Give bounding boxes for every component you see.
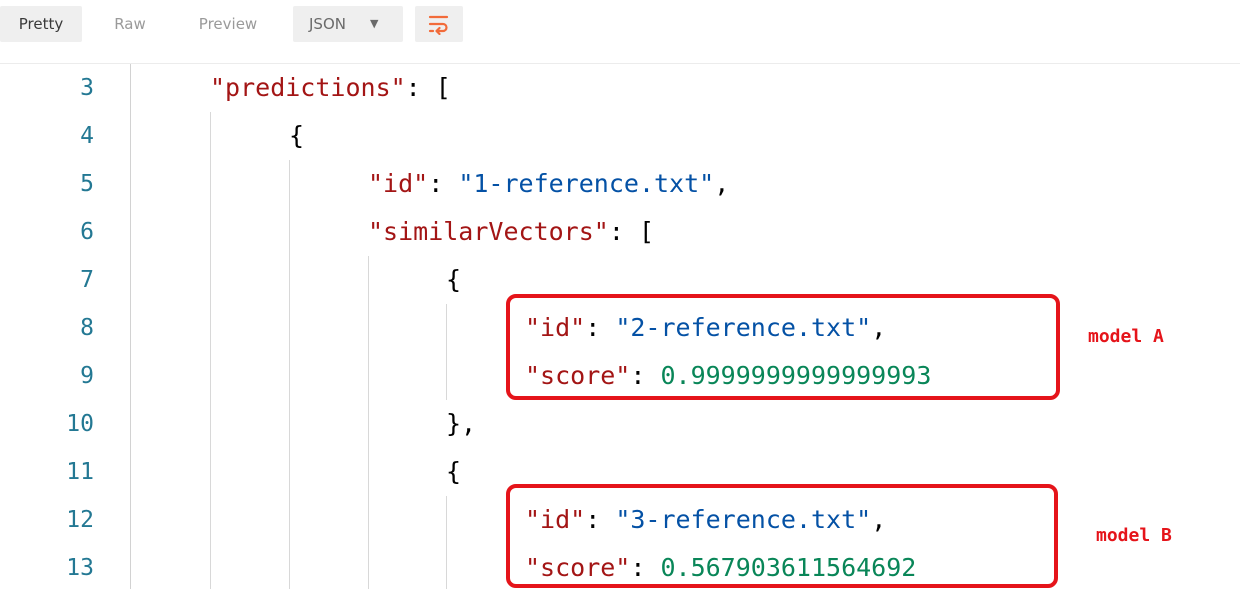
json-key: "id" xyxy=(368,169,429,198)
code-line: }, xyxy=(446,400,476,448)
indent-guide xyxy=(210,112,211,589)
indent-guide xyxy=(446,304,447,400)
line-number: 8 xyxy=(80,315,94,341)
highlight-box-model-b xyxy=(506,484,1058,588)
format-select-value: JSON xyxy=(309,15,346,33)
line-number: 12 xyxy=(66,507,94,533)
indent-guide xyxy=(368,256,369,589)
line-number: 11 xyxy=(66,459,94,485)
chevron-down-icon: ▼ xyxy=(370,17,379,30)
json-key: "predictions" xyxy=(210,73,406,102)
json-brace: }, xyxy=(446,409,477,438)
line-number: 13 xyxy=(66,555,94,581)
line-number: 7 xyxy=(80,267,94,293)
annotation-model-a: model A xyxy=(1088,326,1164,347)
code-line: { xyxy=(446,448,461,496)
json-brace: { xyxy=(289,121,305,150)
wrap-lines-button[interactable] xyxy=(415,6,463,42)
highlight-box-model-a xyxy=(506,294,1060,400)
line-number: 5 xyxy=(80,171,94,197)
code-line: { xyxy=(446,256,461,304)
json-string-value: "1-reference.txt" xyxy=(458,169,715,198)
gutter-divider xyxy=(130,64,131,589)
json-brace: { xyxy=(446,457,462,486)
line-number: 10 xyxy=(66,411,94,437)
tab-pretty[interactable]: Pretty xyxy=(0,6,82,42)
json-brace: { xyxy=(446,265,462,294)
tab-raw[interactable]: Raw xyxy=(92,6,168,42)
wrap-lines-icon xyxy=(428,15,449,35)
format-select[interactable]: JSON ▼ xyxy=(293,6,403,42)
indent-guide xyxy=(446,496,447,589)
code-line: "predictions": [ xyxy=(210,64,451,112)
line-number: 3 xyxy=(80,75,94,101)
json-colon: : xyxy=(405,73,436,102)
line-number: 9 xyxy=(80,363,94,389)
indent-guide xyxy=(289,160,290,589)
line-number: 4 xyxy=(80,123,94,149)
json-colon: : xyxy=(608,217,639,246)
tab-preview[interactable]: Preview xyxy=(176,6,280,42)
json-bracket: [ xyxy=(638,217,654,246)
json-key: "similarVectors" xyxy=(368,217,609,246)
json-comma: , xyxy=(714,169,730,198)
code-editor[interactable]: 3 4 5 6 7 8 9 10 11 12 13 "predictions":… xyxy=(0,64,1240,589)
code-line: { xyxy=(289,112,304,160)
code-line: "id": "1-reference.txt", xyxy=(368,160,729,208)
json-bracket: [ xyxy=(435,73,451,102)
response-toolbar: Pretty Raw Preview JSON ▼ xyxy=(0,0,1240,64)
code-line: "similarVectors": [ xyxy=(368,208,654,256)
annotation-model-b: model B xyxy=(1096,525,1172,546)
json-colon: : xyxy=(428,169,459,198)
line-number: 6 xyxy=(80,219,94,245)
